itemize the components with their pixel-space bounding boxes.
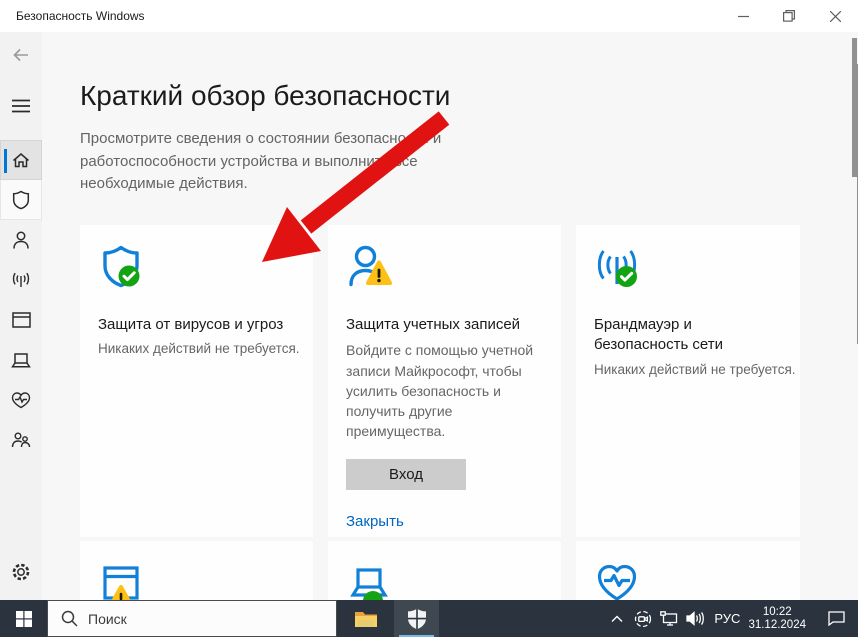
- gear-icon: [11, 562, 31, 582]
- card-device-security[interactable]: [328, 541, 561, 600]
- heart-pulse-icon: [11, 391, 31, 409]
- start-button[interactable]: [0, 600, 47, 637]
- person-warning-icon: [346, 243, 392, 289]
- network-check-icon: [594, 243, 640, 289]
- network-ethernet-icon: [660, 611, 679, 627]
- chevron-up-icon: [611, 615, 623, 623]
- card-account-protection[interactable]: Защита учетных записей Войдите с помощью…: [328, 225, 561, 537]
- sidebar-item-app-browser[interactable]: [0, 300, 42, 340]
- sidebar: [0, 32, 42, 600]
- window-title: Безопасность Windows: [16, 9, 145, 23]
- sidebar-item-firewall-network[interactable]: [0, 260, 42, 300]
- system-tray: РУС 10:22 31.12.2024: [604, 600, 858, 637]
- sidebar-item-settings[interactable]: [0, 552, 42, 592]
- card-status: Никаких действий не требуется.: [98, 341, 295, 356]
- sign-in-button[interactable]: Вход: [346, 459, 466, 490]
- restore-button[interactable]: [766, 0, 812, 32]
- main-content: Краткий обзор безопасности Просмотрите с…: [42, 32, 858, 600]
- tray-network-button[interactable]: [656, 611, 682, 627]
- card-title: Брандмауэр и безопасность сети: [594, 315, 782, 356]
- home-icon: [11, 150, 31, 170]
- sidebar-item-device-security[interactable]: [0, 340, 42, 380]
- action-center-icon: [828, 611, 845, 626]
- clock-date: 31.12.2024: [748, 619, 806, 632]
- minimize-icon: [738, 11, 749, 22]
- search-icon: [61, 610, 78, 627]
- back-arrow-icon: [11, 45, 31, 65]
- vertical-scrollbar-thumb[interactable]: [852, 38, 857, 177]
- minimize-button[interactable]: [720, 0, 766, 32]
- family-icon: [11, 431, 31, 449]
- close-button[interactable]: [812, 0, 858, 32]
- card-virus-threat-protection[interactable]: Защита от вирусов и угроз Никаких действ…: [80, 225, 313, 537]
- app-window-icon: [12, 312, 31, 328]
- taskbar: Поиск РУС 10:22: [0, 600, 858, 637]
- window-titlebar: Безопасность Windows: [0, 0, 858, 32]
- active-accent-bar: [4, 149, 7, 173]
- card-title: Защита от вирусов и угроз: [98, 315, 295, 335]
- security-cards-grid: Защита от вирусов и угроз Никаких действ…: [80, 225, 800, 600]
- network-signal-icon: [11, 270, 31, 290]
- sidebar-item-family[interactable]: [0, 420, 42, 460]
- back-button[interactable]: [0, 38, 42, 72]
- tray-chevron-button[interactable]: [604, 615, 630, 623]
- speaker-icon: [686, 611, 705, 626]
- card-firewall-network[interactable]: Брандмауэр и безопасность сети Никаких д…: [576, 225, 800, 537]
- laptop-check-icon: [346, 559, 392, 600]
- tray-meet-now-button[interactable]: [630, 610, 656, 628]
- sidebar-item-account[interactable]: [0, 220, 42, 260]
- card-description: Войдите с помощью учетной записи Майкрос…: [346, 340, 543, 441]
- taskbar-app-windows-security[interactable]: [394, 600, 439, 637]
- restore-icon: [783, 10, 795, 22]
- shield-icon: [12, 190, 30, 210]
- page-intro: Просмотрите сведения о состоянии безопас…: [80, 128, 474, 196]
- sidebar-item-virus-threat[interactable]: [0, 180, 42, 220]
- windows-logo-icon: [16, 611, 32, 627]
- tray-volume-button[interactable]: [682, 611, 708, 626]
- search-placeholder: Поиск: [88, 611, 127, 627]
- card-app-browser-control[interactable]: [80, 541, 313, 600]
- laptop-icon: [11, 352, 31, 369]
- menu-button[interactable]: [0, 86, 42, 126]
- hamburger-icon: [12, 99, 30, 113]
- card-device-health[interactable]: [576, 541, 800, 600]
- taskbar-search-box[interactable]: Поиск: [47, 600, 337, 637]
- taskbar-clock[interactable]: 10:22 31.12.2024: [748, 606, 806, 632]
- page-title: Краткий обзор безопасности: [80, 80, 450, 112]
- dismiss-link[interactable]: Закрыть: [346, 513, 404, 530]
- taskbar-app-file-explorer[interactable]: [343, 600, 388, 637]
- sidebar-item-home[interactable]: [0, 140, 42, 180]
- close-icon: [830, 11, 841, 22]
- person-icon: [12, 230, 30, 250]
- shield-check-icon: [98, 243, 144, 289]
- app-window-warning-icon: [98, 559, 144, 600]
- language-indicator[interactable]: РУС: [714, 611, 740, 626]
- file-explorer-icon: [354, 609, 378, 629]
- card-title: Защита учетных записей: [346, 315, 543, 335]
- clock-time: 10:22: [748, 606, 806, 619]
- windows-security-shield-icon: [407, 608, 427, 630]
- heart-pulse-icon: [594, 559, 640, 600]
- sidebar-item-device-health[interactable]: [0, 380, 42, 420]
- meet-now-camera-icon: [634, 610, 652, 628]
- action-center-button[interactable]: [816, 611, 856, 626]
- card-status: Никаких действий не требуется.: [594, 362, 782, 377]
